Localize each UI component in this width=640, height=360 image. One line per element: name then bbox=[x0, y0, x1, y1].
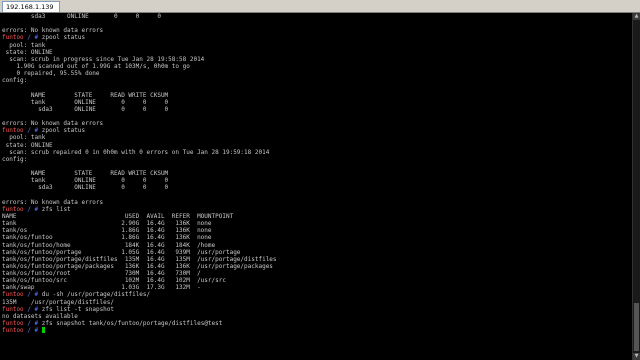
output-line: errors: No known data errors bbox=[2, 120, 104, 128]
output-line: errors: No known data errors bbox=[2, 27, 104, 35]
output-line: tank/os/funtoo/home 184K 16.4G 184K /hom… bbox=[2, 241, 216, 249]
output-line: tank/os/funtoo/src 102M 16.4G 102M /usr/… bbox=[2, 277, 226, 285]
output-line: pool: tank bbox=[2, 41, 46, 49]
output-line: no datasets available bbox=[2, 312, 78, 320]
terminal-window: 192.168.1.139 sda3 ONLINE 0 0 0 errors: N… bbox=[0, 0, 640, 360]
output-line: tank ONLINE 0 0 0 bbox=[2, 98, 169, 106]
prompt-host: funtoo bbox=[2, 205, 24, 213]
prompt-host: funtoo bbox=[2, 127, 24, 135]
prompt-host: funtoo bbox=[2, 34, 24, 42]
output-line: tank/os/funtoo/portage/distfiles 135M 16… bbox=[2, 255, 277, 263]
command-text: zfs list -t snapshot bbox=[41, 305, 115, 313]
output-line: state: ONLINE bbox=[2, 48, 53, 56]
output-line: 135M /usr/portage/distfiles/ bbox=[2, 298, 114, 306]
output-line: NAME STATE READ WRITE CKSUM bbox=[2, 91, 169, 99]
prompt-path: / # bbox=[27, 320, 42, 328]
prompt-line: funtoo / # zpool status bbox=[2, 127, 632, 134]
output-line: errors: No known data errors bbox=[2, 198, 104, 206]
output-line: tank/os/funtoo/root 730M 16.4G 730M / bbox=[2, 270, 201, 278]
prompt-line: funtoo / # du -sh /usr/portage/distfiles… bbox=[2, 291, 632, 298]
command-text: zpool status bbox=[41, 34, 86, 42]
output-line: tank/os/funtoo/portage 1.05G 16.4G 939M … bbox=[2, 248, 241, 256]
scroll-up-arrow-icon[interactable]: ▲ bbox=[633, 13, 640, 20]
prompt-path: / # bbox=[27, 127, 42, 135]
scroll-thumb[interactable] bbox=[634, 303, 639, 351]
output-line: pool: tank bbox=[2, 134, 46, 142]
command-text: zfs snapshot tank/os/funtoo/portage/dist… bbox=[41, 320, 223, 328]
prompt-host: funtoo bbox=[2, 327, 24, 335]
scroll-down-arrow-icon[interactable]: ▼ bbox=[633, 353, 640, 360]
prompt-line: funtoo / # zpool status bbox=[2, 34, 632, 41]
output-line: sda3 ONLINE 0 0 0 bbox=[2, 13, 161, 20]
prompt-line: funtoo / # zfs list bbox=[2, 206, 632, 213]
output-line: tank/swap 1.03G 17.3G 132M - bbox=[2, 284, 201, 292]
prompt-host: funtoo bbox=[2, 320, 24, 328]
output-line: scan: scrub repaired 0 in 0h0m with 0 er… bbox=[2, 148, 270, 156]
prompt-path: / # bbox=[27, 305, 42, 313]
prompt-line: funtoo / # bbox=[2, 327, 632, 334]
output-line: tank ONLINE 0 0 0 bbox=[2, 177, 169, 185]
command-text: zfs list bbox=[41, 205, 71, 213]
output-line: NAME STATE READ WRITE CKSUM bbox=[2, 170, 169, 178]
output-line: scan: scrub in progress since Tue Jan 28… bbox=[2, 55, 205, 63]
terminal-output[interactable]: sda3 ONLINE 0 0 0 errors: No known data e… bbox=[2, 13, 632, 360]
output-line: tank/os/funtoo/portage/packages 136K 16.… bbox=[2, 262, 273, 270]
prompt-host: funtoo bbox=[2, 291, 24, 299]
tab-session[interactable]: 192.168.1.139 bbox=[2, 1, 60, 12]
prompt-path: / # bbox=[27, 327, 42, 335]
command-text: du -sh /usr/portage/distfiles/ bbox=[41, 291, 151, 299]
prompt-host: funtoo bbox=[2, 305, 24, 313]
output-line: tank/os 1.86G 16.4G 136K none bbox=[2, 227, 212, 235]
output-line: sda3 ONLINE 0 0 0 bbox=[2, 105, 169, 113]
text-cursor bbox=[41, 327, 46, 334]
prompt-path: / # bbox=[27, 34, 42, 42]
prompt-line: funtoo / # zfs list -t snapshot bbox=[2, 306, 632, 313]
command-text: zpool status bbox=[41, 127, 86, 135]
output-line: tank 2.90G 16.4G 136K none bbox=[2, 220, 212, 228]
output-line: config: bbox=[2, 77, 28, 85]
vertical-scrollbar[interactable]: ▲ ▼ bbox=[632, 13, 640, 360]
output-line: 0 repaired, 95.55% done bbox=[2, 70, 100, 78]
prompt-line: funtoo / # zfs snapshot tank/os/funtoo/p… bbox=[2, 320, 632, 327]
output-line: tank/os/funtoo 1.86G 16.4G 136K none bbox=[2, 234, 212, 242]
output-line: NAME USED AVAIL REFER MOUNTPOINT bbox=[2, 212, 234, 220]
output-line: 1.90G scanned out of 1.99G at 103M/s, 0h… bbox=[2, 62, 190, 70]
prompt-path: / # bbox=[27, 205, 42, 213]
tab-bar: 192.168.1.139 bbox=[0, 0, 640, 13]
output-line: config: bbox=[2, 155, 28, 163]
prompt-path: / # bbox=[27, 291, 42, 299]
output-line: sda3 ONLINE 0 0 0 bbox=[2, 184, 169, 192]
output-line: state: ONLINE bbox=[2, 141, 53, 149]
